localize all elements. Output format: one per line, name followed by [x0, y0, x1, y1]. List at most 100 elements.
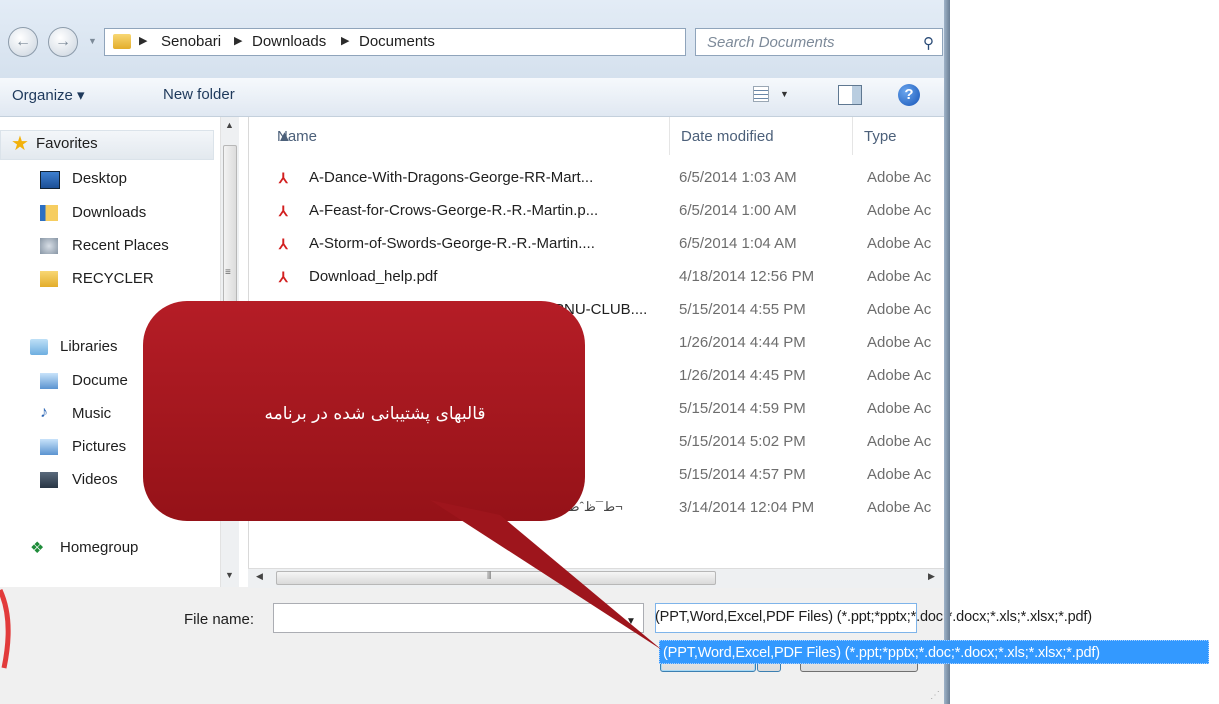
file-type: Adobe Ac	[867, 499, 932, 516]
window-border	[944, 0, 950, 704]
file-name: Download_help.pdf	[309, 268, 438, 285]
scroll-left-arrow[interactable]: ◀	[256, 571, 263, 582]
help-icon[interactable]: ?	[898, 84, 920, 106]
resize-grip-icon[interactable]: ⋰	[930, 690, 940, 701]
search-placeholder: Search Documents	[707, 34, 835, 51]
downloads-folder-icon	[40, 205, 58, 221]
file-list: Name ▲ Date modified Type ⅄ A-Dance-With…	[248, 117, 945, 587]
navigation-pane: ★ Favorites Desktop Downloads Recent Pla…	[0, 117, 248, 587]
file-row[interactable]: 1/26/2014 4:45 PM Adobe Ac	[249, 361, 945, 391]
documents-icon	[40, 373, 58, 389]
pdf-file-icon: ⅄	[279, 170, 288, 186]
chevron-right-icon[interactable]: ▶	[341, 34, 349, 47]
nav-documents[interactable]: Docume	[0, 368, 214, 398]
nav-downloads[interactable]: Downloads	[0, 200, 214, 230]
preview-pane-icon[interactable]	[838, 85, 862, 105]
homegroup-icon: ❖	[30, 540, 45, 557]
nav-label: Desktop	[72, 170, 128, 187]
breadcrumb-item[interactable]: Senobari	[161, 33, 221, 50]
nav-label: Pictures	[72, 438, 127, 455]
new-folder-button[interactable]: New folder	[163, 86, 235, 103]
nav-favorites[interactable]: ★ Favorites	[0, 130, 214, 160]
desktop-icon	[40, 171, 60, 189]
file-date: 4/18/2014 12:56 PM	[679, 268, 815, 285]
nav-label: Libraries	[60, 338, 118, 355]
file-type: Adobe Ac	[867, 367, 932, 384]
file-row[interactable]: 5/15/2014 4:57 PM Adobe Ac	[249, 460, 945, 490]
pdf-file-icon: ⅄	[279, 236, 288, 252]
nav-recent-places[interactable]: Recent Places	[0, 233, 214, 263]
file-date: 5/15/2014 4:59 PM	[679, 400, 806, 417]
column-label: Type	[864, 128, 897, 145]
nav-videos[interactable]: Videos	[0, 467, 214, 497]
nav-libraries[interactable]: Libraries	[0, 334, 214, 364]
file-row[interactable]: 1/26/2014 4:44 PM Adobe Ac	[249, 328, 945, 358]
file-type-option[interactable]: (PPT,Word,Excel,PDF Files) (*.ppt;*pptx;…	[659, 640, 1209, 664]
column-header-date[interactable]: Date modified	[669, 117, 853, 155]
toolbar: Organize ▾ New folder ▼ ?	[0, 78, 944, 117]
address-box[interactable]: ▶ Senobari ▶ Downloads ▶ Documents ▼ ↮	[104, 28, 775, 56]
file-name: PNU-CLUB....	[554, 301, 648, 318]
nav-label: Downloads	[72, 204, 147, 221]
file-row[interactable]: PNU-CLUB.... 5/15/2014 4:55 PM Adobe Ac	[249, 295, 945, 325]
file-type: Adobe Ac	[867, 169, 932, 186]
nav-homegroup[interactable]: ❖ Homegroup	[0, 535, 214, 565]
file-row[interactable]: 5/15/2014 5:02 PM Adobe Ac	[249, 427, 945, 457]
back-button[interactable]: ←	[8, 27, 38, 57]
file-name: A-Dance-With-Dragons-George-RR-Mart...	[309, 169, 594, 186]
breadcrumb-item[interactable]: Downloads	[252, 33, 326, 50]
file-row[interactable]: ⅄ A-Storm-of-Swords-George-R.-R.-Martin.…	[249, 229, 945, 259]
file-date: 1/26/2014 4:45 PM	[679, 367, 806, 384]
scroll-thumb[interactable]: ⦀	[276, 571, 716, 585]
search-icon[interactable]: ⚲	[923, 34, 934, 52]
scroll-up-arrow[interactable]: ▲	[225, 120, 234, 130]
chevron-right-icon[interactable]: ▶	[139, 34, 147, 47]
file-date: 6/5/2014 1:00 AM	[679, 202, 797, 219]
file-type: Adobe Ac	[867, 466, 932, 483]
navigation-scrollbar[interactable]: ▲ ≡ ▼	[220, 117, 239, 587]
file-row[interactable]: ... ...ط¯ظˆظ‡ظ‡ط·ظ‡ط¬ظ‡ظ‡ ظ„ظ‡ط²ظ‡ 120 ظ…	[249, 493, 945, 523]
file-name: A-Feast-for-Crows-George-R.-R.-Martin.p.…	[309, 202, 599, 219]
file-date: 5/15/2014 5:02 PM	[679, 433, 806, 450]
sort-ascending-icon: ▲	[277, 128, 292, 145]
file-date: 6/5/2014 1:03 AM	[679, 169, 797, 186]
file-list-scrollbar[interactable]: ◀ ⦀ ▶	[248, 568, 944, 588]
file-row[interactable]: ⅄ A-Feast-for-Crows-George-R.-R.-Martin.…	[249, 196, 945, 226]
file-name-label: File name:	[184, 611, 255, 628]
file-type: Adobe Ac	[867, 268, 932, 285]
address-bar-row: ← → ▼ ▶ Senobari ▶ Downloads ▶ Documents…	[0, 0, 944, 78]
file-type-selected: (PPT,Word,Excel,PDF Files) (*.ppt;*pptx;…	[655, 609, 1092, 625]
pdf-file-icon: ⅄	[279, 203, 288, 219]
nav-label: Videos	[72, 471, 118, 488]
scroll-right-arrow[interactable]: ▶	[928, 571, 935, 582]
file-type: Adobe Ac	[867, 433, 932, 450]
file-type: Adobe Ac	[867, 202, 932, 219]
recent-pages-dropdown[interactable]: ▼	[88, 36, 98, 46]
scroll-grip-icon: ⦀	[487, 571, 492, 582]
file-date: 3/14/2014 12:04 PM	[679, 499, 815, 516]
file-name: A-Storm-of-Swords-George-R.-R.-Martin...…	[309, 235, 595, 252]
chevron-right-icon[interactable]: ▶	[234, 34, 242, 47]
organize-button[interactable]: Organize ▾	[12, 86, 85, 104]
nav-desktop[interactable]: Desktop	[0, 166, 214, 196]
nav-pictures[interactable]: Pictures	[0, 434, 214, 464]
column-header-type[interactable]: Type	[852, 117, 945, 155]
nav-recycler[interactable]: RECYCLER	[0, 266, 214, 296]
search-input[interactable]: Search Documents ⚲	[695, 28, 943, 56]
scroll-down-arrow[interactable]: ▼	[225, 570, 234, 580]
file-row[interactable]: ⅄ Download_help.pdf 4/18/2014 12:56 PM A…	[249, 262, 945, 292]
nav-music[interactable]: ♪ Music	[0, 401, 214, 431]
file-type: Adobe Ac	[867, 301, 932, 318]
breadcrumb-item[interactable]: Documents	[359, 33, 435, 50]
file-date: 1/26/2014 4:44 PM	[679, 334, 806, 351]
file-name-dropdown-icon[interactable]: ▼	[626, 616, 636, 627]
nav-label: Recent Places	[72, 237, 169, 254]
file-name-input[interactable]	[273, 603, 644, 633]
forward-button[interactable]: →	[48, 27, 78, 57]
view-options-icon[interactable]	[753, 86, 769, 102]
file-type: Adobe Ac	[867, 400, 932, 417]
file-row[interactable]: ⅄ A-Dance-With-Dragons-George-RR-Mart...…	[249, 163, 945, 193]
view-dropdown-icon[interactable]: ▼	[780, 89, 789, 99]
column-header-name[interactable]: Name ▲	[265, 117, 670, 155]
recent-places-icon	[40, 238, 58, 254]
